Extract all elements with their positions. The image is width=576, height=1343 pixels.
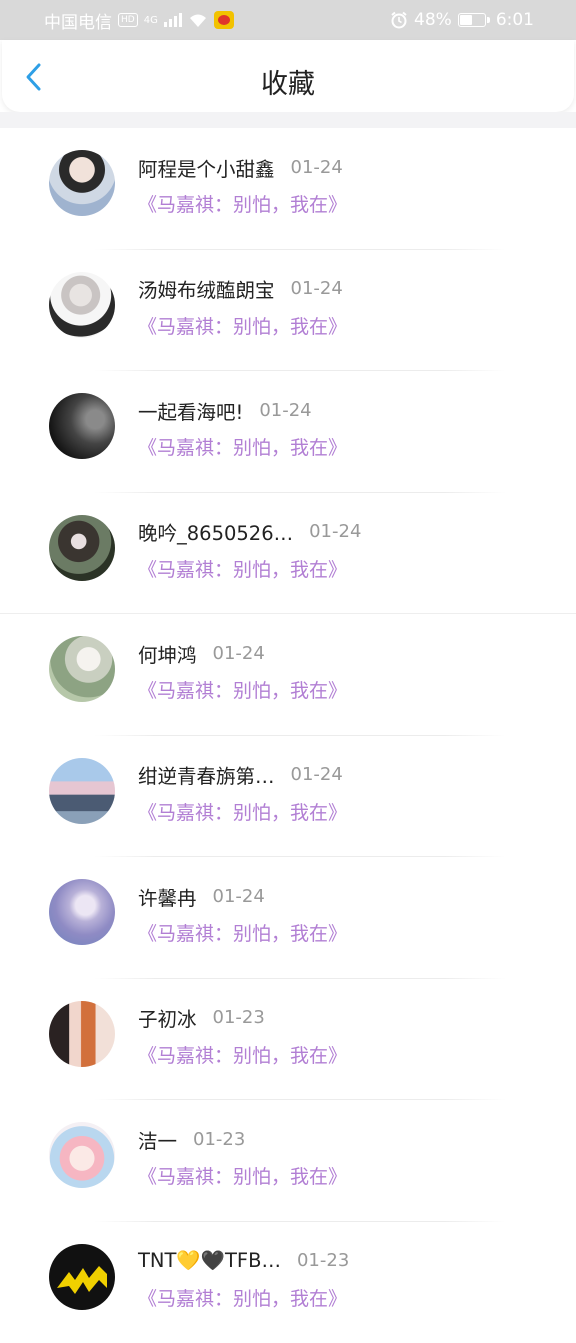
story-title[interactable]: 《马嘉祺：别怕，我在》: [138, 676, 347, 703]
avatar[interactable]: [49, 272, 115, 338]
avatar[interactable]: [49, 515, 115, 581]
carrier-label: 中国电信: [44, 8, 112, 33]
avatar[interactable]: [49, 758, 115, 824]
story-title[interactable]: 《马嘉祺：别怕，我在》: [138, 555, 347, 582]
date-label: 01-24: [291, 764, 343, 785]
user-name[interactable]: TNT💛🖤TFB…: [138, 1249, 281, 1272]
avatar[interactable]: [49, 1244, 115, 1310]
user-name[interactable]: 阿程是个小甜鑫: [138, 153, 275, 182]
date-label: 01-24: [259, 400, 311, 421]
avatar[interactable]: [49, 1001, 115, 1067]
user-name[interactable]: 洁一: [138, 1125, 177, 1154]
network-type: 4G: [144, 15, 158, 26]
story-title[interactable]: 《马嘉祺：别怕，我在》: [138, 312, 347, 339]
user-name[interactable]: 晚吟_8650526…: [138, 517, 293, 546]
user-name[interactable]: 汤姆布绒醢朗宝: [138, 274, 275, 303]
story-title[interactable]: 《马嘉祺：别怕，我在》: [138, 798, 347, 825]
date-label: 01-24: [213, 643, 265, 664]
user-name[interactable]: 许馨冉: [138, 882, 197, 911]
story-title[interactable]: 《马嘉祺：别怕，我在》: [138, 1041, 347, 1068]
list-item[interactable]: 洁一 01-23 《马嘉祺：别怕，我在》: [0, 1100, 576, 1222]
list-item[interactable]: 阿程是个小甜鑫 01-24 《马嘉祺：别怕，我在》: [0, 128, 576, 250]
avatar[interactable]: [49, 393, 115, 459]
avatar[interactable]: [49, 1122, 115, 1188]
date-label: 01-23: [193, 1129, 245, 1150]
list-item[interactable]: 一起看海吧! 01-24 《马嘉祺：别怕，我在》: [0, 371, 576, 493]
list-item[interactable]: 许馨冉 01-24 《马嘉祺：别怕，我在》: [0, 857, 576, 979]
list-item[interactable]: TNT💛🖤TFB… 01-23 《马嘉祺：别怕，我在》: [0, 1222, 576, 1343]
date-label: 01-24: [291, 278, 343, 299]
avatar[interactable]: [49, 636, 115, 702]
battery-icon: [458, 13, 486, 27]
avatar[interactable]: [49, 879, 115, 945]
user-name[interactable]: 一起看海吧!: [138, 396, 243, 425]
story-title[interactable]: 《马嘉祺：别怕，我在》: [138, 433, 347, 460]
favorites-list: 阿程是个小甜鑫 01-24 《马嘉祺：别怕，我在》 汤姆布绒醢朗宝 01-24 …: [0, 128, 576, 1343]
avatar[interactable]: [49, 150, 115, 216]
alarm-icon: [390, 11, 408, 29]
status-left: 中国电信 HD 4G: [44, 8, 234, 33]
header-divider: [0, 112, 576, 128]
date-label: 01-24: [309, 521, 361, 542]
list-item[interactable]: 汤姆布绒醢朗宝 01-24 《马嘉祺：别怕，我在》: [0, 250, 576, 372]
user-name[interactable]: 绀逆青春旃第…: [138, 760, 275, 789]
status-right: 48% 6:01: [390, 10, 534, 30]
tnt-logo-icon: [49, 1244, 115, 1310]
signal-icon: [164, 13, 182, 27]
weibo-app-icon: [214, 11, 234, 29]
list-item[interactable]: 晚吟_8650526… 01-24 《马嘉祺：别怕，我在》: [0, 493, 576, 615]
story-title[interactable]: 《马嘉祺：别怕，我在》: [138, 1284, 347, 1311]
hd-badge: HD: [118, 13, 138, 27]
date-label: 01-23: [297, 1250, 349, 1271]
story-title[interactable]: 《马嘉祺：别怕，我在》: [138, 1162, 347, 1189]
date-label: 01-23: [213, 1007, 265, 1028]
battery-percent: 48%: [414, 10, 452, 30]
date-label: 01-24: [291, 157, 343, 178]
nav-bar: 收藏: [2, 40, 574, 112]
story-title[interactable]: 《马嘉祺：别怕，我在》: [138, 190, 347, 217]
date-label: 01-24: [213, 886, 265, 907]
list-item[interactable]: 绀逆青春旃第… 01-24 《马嘉祺：别怕，我在》: [0, 736, 576, 858]
list-item[interactable]: 子初冰 01-23 《马嘉祺：别怕，我在》: [0, 979, 576, 1101]
wifi-icon: [188, 12, 208, 28]
status-bar: 中国电信 HD 4G 48% 6:01: [0, 0, 576, 40]
user-name[interactable]: 子初冰: [138, 1003, 197, 1032]
story-title[interactable]: 《马嘉祺：别怕，我在》: [138, 919, 347, 946]
clock: 6:01: [496, 10, 534, 30]
page-title: 收藏: [2, 62, 574, 101]
user-name[interactable]: 何坤鸿: [138, 639, 197, 668]
list-item[interactable]: 何坤鸿 01-24 《马嘉祺：别怕，我在》: [0, 614, 576, 736]
